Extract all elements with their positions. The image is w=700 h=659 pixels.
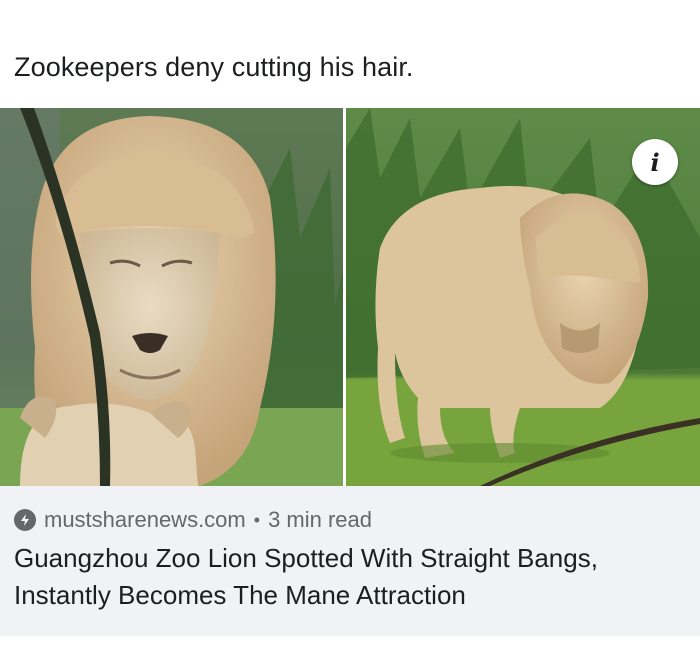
- link-title-line-2: Instantly Becomes The Mane Attraction: [14, 580, 466, 610]
- link-preview-card[interactable]: i mustsharenews.com • 3 min read Guangzh…: [0, 108, 700, 636]
- left-photo: [0, 108, 343, 486]
- link-preview-image[interactable]: i: [0, 108, 700, 486]
- link-title[interactable]: Guangzhou Zoo Lion Spotted With Straight…: [14, 540, 694, 614]
- lightning-bolt-icon: [14, 509, 36, 531]
- link-meta-row: mustsharenews.com • 3 min read: [14, 506, 372, 534]
- post-caption: Zookeepers deny cutting his hair.: [14, 52, 414, 82]
- read-time: 3 min read: [268, 507, 373, 532]
- link-title-line-1: Guangzhou Zoo Lion Spotted With Straight…: [14, 543, 598, 573]
- lion-photo-collage: [0, 108, 700, 486]
- source-domain[interactable]: mustsharenews.com: [44, 507, 246, 533]
- info-icon[interactable]: i: [632, 139, 678, 185]
- meta-separator: •: [253, 509, 261, 530]
